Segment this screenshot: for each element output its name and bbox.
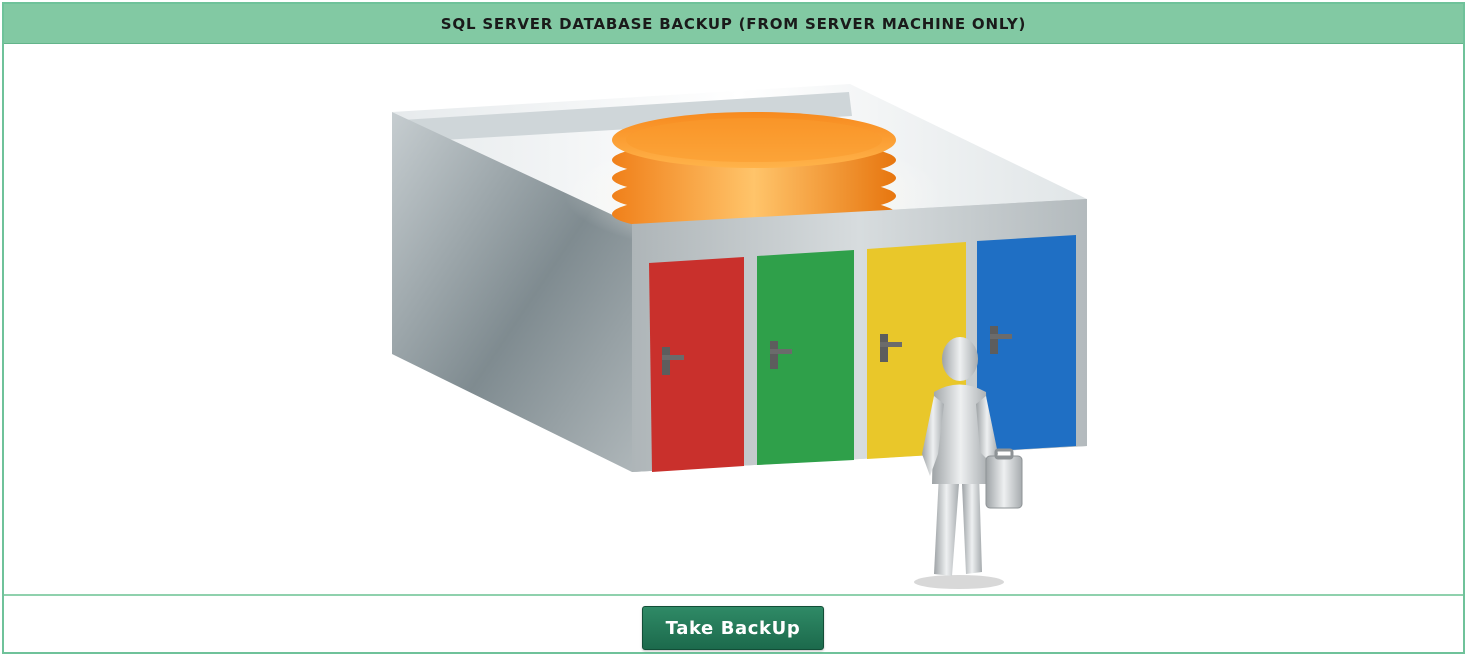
backup-panel: SQL SERVER DATABASE BACKUP (FROM SERVER … xyxy=(2,2,1465,654)
panel-header: SQL SERVER DATABASE BACKUP (FROM SERVER … xyxy=(4,4,1463,44)
panel-footer: Take BackUp xyxy=(4,596,1463,652)
green-door xyxy=(757,250,854,465)
blue-door xyxy=(977,235,1076,452)
take-backup-button[interactable]: Take BackUp xyxy=(642,606,824,650)
panel-title: SQL SERVER DATABASE BACKUP (FROM SERVER … xyxy=(440,14,1027,33)
red-door xyxy=(649,257,744,472)
database-backup-illustration xyxy=(392,84,1087,589)
